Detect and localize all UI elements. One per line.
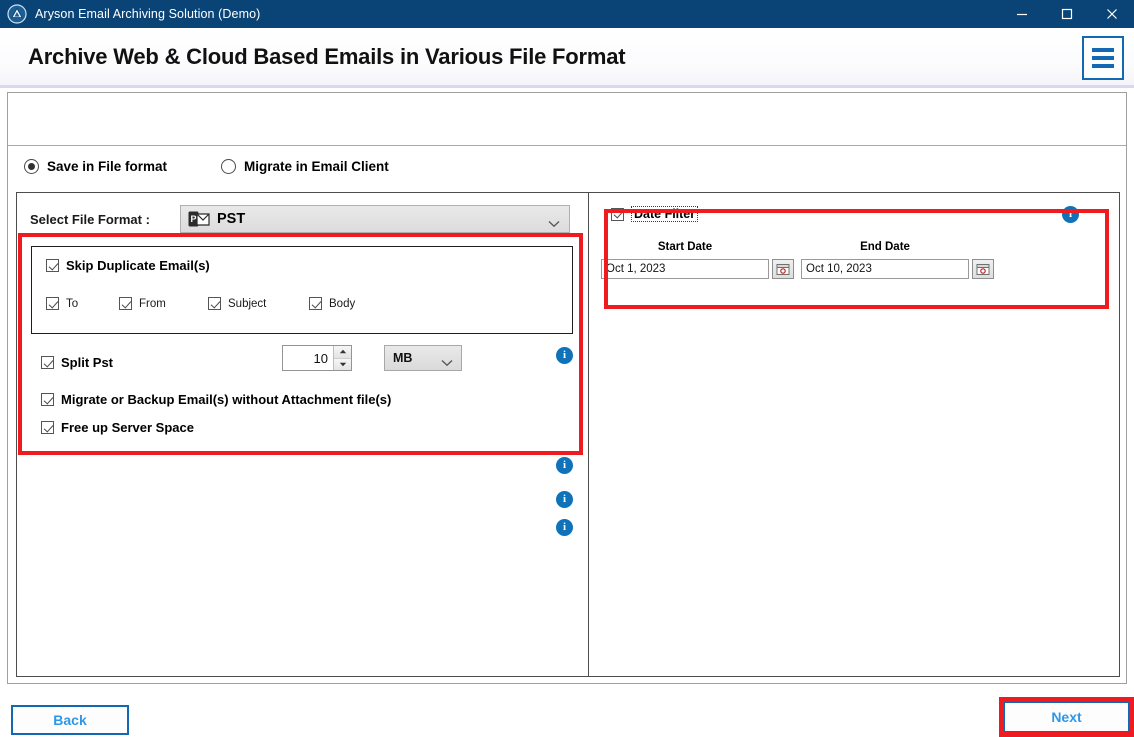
checkbox-icon xyxy=(46,259,59,272)
end-date-group: End Date Oct 10, 2023 xyxy=(801,241,994,279)
file-format-dropdown[interactable]: P PST xyxy=(180,205,570,233)
page-header: Archive Web & Cloud Based Emails in Vari… xyxy=(0,28,1134,88)
skip-duplicate-group: Skip Duplicate Email(s) To From Subject … xyxy=(31,246,573,334)
radio-migrate-in-email-client[interactable]: Migrate in Email Client xyxy=(221,159,389,174)
start-date-input[interactable]: Oct 1, 2023 xyxy=(601,259,769,279)
spinner-up-icon[interactable] xyxy=(334,346,351,359)
pst-file-icon: P xyxy=(188,210,210,229)
checkbox-icon xyxy=(309,297,322,310)
skip-field-from-label: From xyxy=(139,297,166,310)
radio-unselected-icon xyxy=(221,159,236,174)
chevron-down-icon xyxy=(441,354,453,372)
checkbox-icon xyxy=(41,393,54,406)
stepper-buttons[interactable] xyxy=(333,346,351,370)
checkbox-icon xyxy=(611,207,624,221)
window-title-bar: Aryson Email Archiving Solution (Demo) xyxy=(0,0,1134,28)
skip-field-subject-label: Subject xyxy=(228,297,267,310)
file-format-value: PST xyxy=(217,211,246,227)
calendar-icon[interactable] xyxy=(972,259,994,279)
mode-selector-row: Save in File format Migrate in Email Cli… xyxy=(8,145,1126,187)
radio-save-in-file-format[interactable]: Save in File format xyxy=(24,159,167,174)
info-icon[interactable]: i xyxy=(1062,206,1079,223)
split-pst-checkbox[interactable]: Split Pst xyxy=(41,355,113,370)
window-controls xyxy=(999,0,1134,28)
info-icon[interactable]: i xyxy=(556,347,573,364)
skip-duplicate-label: Skip Duplicate Email(s) xyxy=(66,258,210,273)
close-icon[interactable] xyxy=(1089,0,1134,28)
skip-field-to-label: To xyxy=(66,297,79,310)
checkbox-icon xyxy=(41,356,54,369)
split-unit-value: MB xyxy=(393,351,413,365)
left-settings-panel: Select File Format : P PST Skip Duplicat… xyxy=(16,192,588,677)
checkbox-icon xyxy=(208,297,221,310)
main-content-frame: Save in File format Migrate in Email Cli… xyxy=(7,92,1127,684)
skip-field-from-checkbox[interactable]: From xyxy=(119,297,166,310)
info-icon[interactable]: i xyxy=(556,457,573,474)
info-icon[interactable]: i xyxy=(556,519,573,536)
minimize-icon[interactable] xyxy=(999,0,1044,28)
checkbox-icon xyxy=(119,297,132,310)
split-unit-dropdown[interactable]: MB xyxy=(384,345,462,371)
calendar-icon[interactable] xyxy=(772,259,794,279)
settings-columns: Select File Format : P PST Skip Duplicat… xyxy=(16,192,1120,677)
without-attachment-label: Migrate or Backup Email(s) without Attac… xyxy=(61,392,392,407)
skip-field-body-label: Body xyxy=(329,297,356,310)
split-size-value: 10 xyxy=(313,350,328,366)
start-date-group: Start Date Oct 1, 2023 xyxy=(601,241,794,279)
end-date-input[interactable]: Oct 10, 2023 xyxy=(801,259,969,279)
skip-field-body-checkbox[interactable]: Body xyxy=(309,297,355,310)
date-filter-checkbox[interactable]: Date Filter xyxy=(611,206,699,222)
hamburger-menu-icon[interactable] xyxy=(1082,36,1124,80)
split-pst-label: Split Pst xyxy=(61,355,114,370)
checkbox-icon xyxy=(46,297,59,310)
spinner-down-icon[interactable] xyxy=(334,358,351,370)
date-filter-label: Date Filter xyxy=(631,206,699,222)
start-date-label: Start Date xyxy=(657,241,713,253)
next-button-highlight xyxy=(999,697,1134,737)
select-file-format-label: Select File Format : xyxy=(30,211,150,227)
free-up-server-space-label: Free up Server Space xyxy=(61,420,194,435)
radio-label-save-file: Save in File format xyxy=(47,159,168,174)
select-file-format-row: Select File Format : P PST xyxy=(17,204,588,234)
radio-selected-icon xyxy=(24,159,39,174)
checkbox-icon xyxy=(41,421,54,434)
info-icon[interactable]: i xyxy=(556,491,573,508)
back-button[interactable]: Back xyxy=(11,705,129,735)
aryson-logo-icon xyxy=(7,4,27,24)
footer-bar: Back xyxy=(0,692,1134,737)
skip-field-subject-checkbox[interactable]: Subject xyxy=(208,297,266,310)
right-settings-panel: Date Filter i Start Date Oct 1, 2023 End… xyxy=(588,192,1120,677)
radio-label-migrate-client: Migrate in Email Client xyxy=(244,159,389,174)
skip-field-to-checkbox[interactable]: To xyxy=(46,297,78,310)
free-up-server-space-checkbox[interactable]: Free up Server Space xyxy=(41,420,194,435)
without-attachment-checkbox[interactable]: Migrate or Backup Email(s) without Attac… xyxy=(41,392,391,407)
split-size-stepper[interactable]: 10 xyxy=(282,345,352,371)
window-title-text: Aryson Email Archiving Solution (Demo) xyxy=(35,7,261,21)
chevron-down-icon xyxy=(548,215,560,233)
page-title: Archive Web & Cloud Based Emails in Vari… xyxy=(28,44,626,69)
skip-duplicate-checkbox[interactable]: Skip Duplicate Email(s) xyxy=(46,258,210,273)
svg-text:P: P xyxy=(190,214,196,224)
end-date-label: End Date xyxy=(860,241,910,253)
maximize-icon[interactable] xyxy=(1044,0,1089,28)
